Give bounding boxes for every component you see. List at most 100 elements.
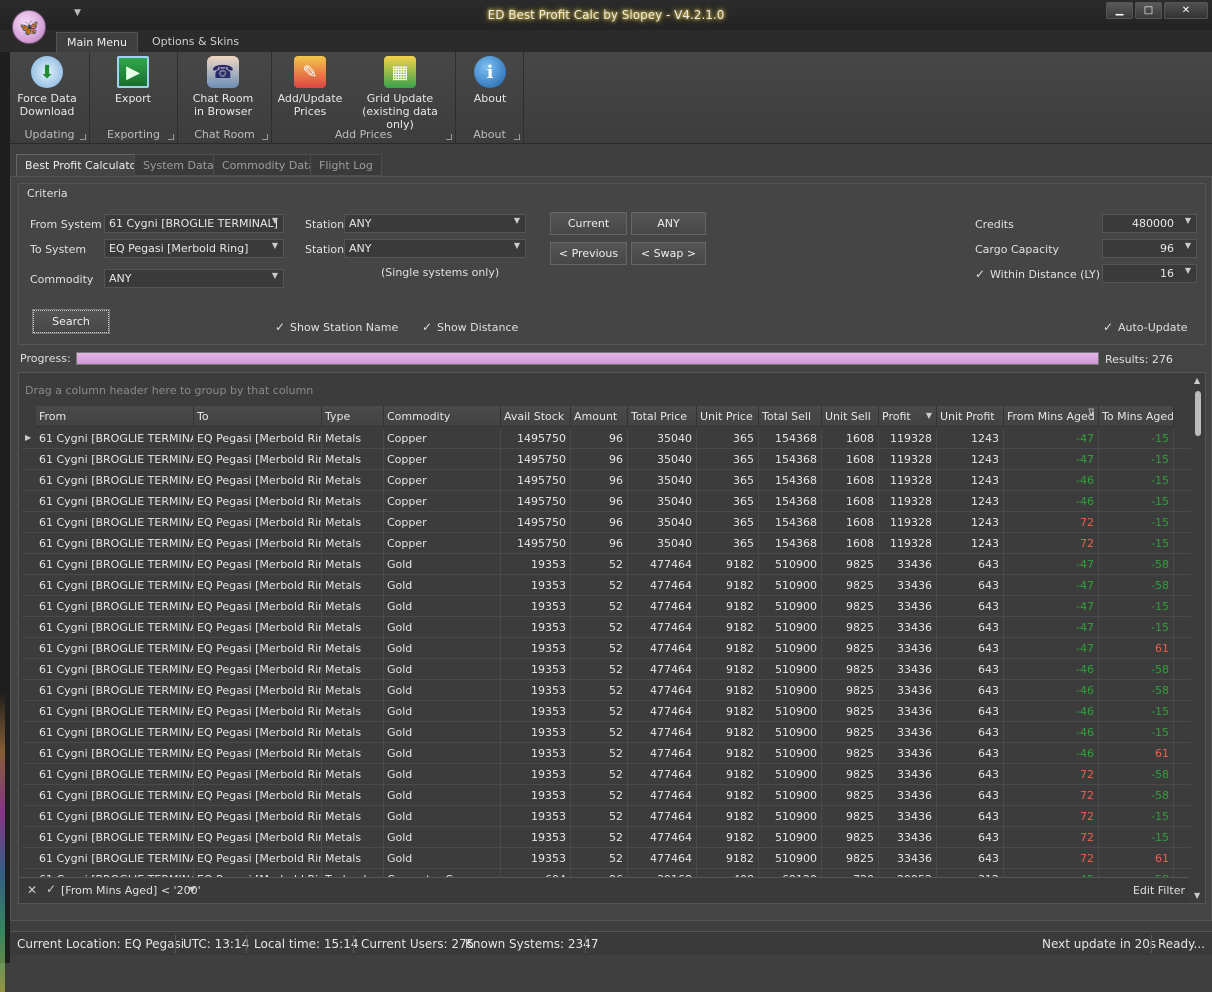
maximize-button[interactable]: □	[1135, 2, 1162, 19]
chat-room-button[interactable]: ☎ Chat Room in Browser	[188, 56, 258, 118]
within-distance-checkbox[interactable]: ✓ Within Distance (LY)	[975, 267, 1100, 281]
chevron-down-icon: ▼	[271, 216, 278, 225]
column-header-commodity[interactable]: Commodity	[384, 406, 501, 427]
column-header-amount[interactable]: Amount	[571, 406, 628, 427]
table-row[interactable]: 61 Cygni [BROGLIE TERMINAL]EQ Pegasi [Me…	[22, 827, 1192, 848]
station-to-combo[interactable]: ANY ▼	[344, 239, 526, 258]
cell-from: 61 Cygni [BROGLIE TERMINAL]	[36, 533, 194, 554]
column-header-total-price[interactable]: Total Price	[628, 406, 697, 427]
column-header-to-mins-aged[interactable]: To Mins Aged	[1099, 406, 1174, 427]
scroll-up-icon[interactable]: ▲	[1194, 376, 1200, 385]
from-system-combo[interactable]: 61 Cygni [BROGLIE TERMINAL] ▼	[104, 214, 284, 233]
table-row[interactable]: 61 Cygni [BROGLIE TERMINAL]EQ Pegasi [Me…	[22, 512, 1192, 533]
credits-spinner[interactable]: 480000 ▼	[1102, 214, 1197, 233]
previous-button[interactable]: < Previous	[550, 242, 627, 265]
cargo-capacity-spinner[interactable]: 96 ▼	[1102, 239, 1197, 258]
table-row[interactable]: 61 Cygni [BROGLIE TERMINAL]EQ Pegasi [Me…	[22, 554, 1192, 575]
tab-commodity-data[interactable]: Commodity Data	[213, 154, 325, 176]
cell-to-mins-aged: -15	[1099, 617, 1174, 638]
table-row[interactable]: ▶ 61 Cygni [BROGLIE TERMINAL] EQ Pegasi [M…	[22, 428, 1192, 449]
table-row[interactable]: 61 Cygni [BROGLIE TERMINAL]EQ Pegasi [Me…	[22, 848, 1192, 869]
tab-system-data[interactable]: System Data	[134, 154, 223, 176]
column-header-avail-stock[interactable]: Avail Stock	[501, 406, 571, 427]
show-station-name-checkbox[interactable]: ✓ Show Station Name	[275, 320, 398, 334]
filter-enabled-checkbox[interactable]: ✓	[46, 882, 56, 896]
cell-unit-sell: 9825	[822, 764, 879, 785]
cell-total-sell: 154368	[759, 512, 822, 533]
auto-update-checkbox[interactable]: ✓ Auto-Update	[1103, 320, 1188, 334]
add-update-prices-button[interactable]: ✎ Add/Update Prices	[276, 56, 344, 118]
vertical-scrollbar[interactable]: ▲ ▼	[1191, 373, 1205, 903]
table-row[interactable]: 61 Cygni [BROGLIE TERMINAL]EQ Pegasi [Me…	[22, 638, 1192, 659]
table-row[interactable]: 61 Cygni [BROGLIE TERMINAL]EQ Pegasi [Me…	[22, 806, 1192, 827]
scroll-down-icon[interactable]: ▼	[1194, 891, 1200, 900]
show-distance-checkbox[interactable]: ✓ Show Distance	[422, 320, 518, 334]
table-row[interactable]: 61 Cygni [BROGLIE TERMINAL]EQ Pegasi [Me…	[22, 617, 1192, 638]
to-system-combo[interactable]: EQ Pegasi [Merbold Ring] ▼	[104, 239, 284, 258]
tab-flight-log[interactable]: Flight Log	[310, 154, 382, 176]
column-header-unit-sell[interactable]: Unit Sell	[822, 406, 879, 427]
edit-filter-link[interactable]: Edit Filter	[1133, 884, 1185, 897]
group-launcher-icon[interactable]	[262, 134, 268, 140]
cell-amount: 52	[571, 701, 628, 722]
cell-amount: 52	[571, 785, 628, 806]
cell-avail-stock: 19353	[501, 785, 571, 806]
cell-avail-stock: 19353	[501, 575, 571, 596]
table-row[interactable]: 61 Cygni [BROGLIE TERMINAL]EQ Pegasi [Me…	[22, 785, 1192, 806]
table-row[interactable]: 61 Cygni [BROGLIE TERMINAL]EQ Pegasi [Me…	[22, 680, 1192, 701]
column-header-profit[interactable]: Profit ▼	[879, 406, 937, 427]
clear-filter-icon[interactable]: ✕	[27, 883, 37, 897]
cell-from: 61 Cygni [BROGLIE TERMINAL]	[36, 701, 194, 722]
cell-unit-sell: 1608	[822, 512, 879, 533]
column-header-unit-profit[interactable]: Unit Profit	[937, 406, 1004, 427]
cell-total-price: 477464	[628, 575, 697, 596]
station-from-combo[interactable]: ANY ▼	[344, 214, 526, 233]
group-by-panel[interactable]: Drag a column header here to group by th…	[19, 373, 1189, 405]
any-button[interactable]: ANY	[631, 212, 706, 235]
close-button[interactable]: ✕	[1164, 2, 1208, 19]
table-row[interactable]: 61 Cygni [BROGLIE TERMINAL]EQ Pegasi [Me…	[22, 722, 1192, 743]
table-row[interactable]: 61 Cygni [BROGLIE TERMINAL]EQ Pegasi [Me…	[22, 491, 1192, 512]
filter-expression[interactable]: [From Mins Aged] < '200'	[61, 884, 201, 897]
column-header-to[interactable]: To	[194, 406, 322, 427]
grid-update-button[interactable]: ▦ Grid Update (existing data only)	[350, 56, 450, 131]
table-row[interactable]: 61 Cygni [BROGLIE TERMINAL]EQ Pegasi [Me…	[22, 533, 1192, 554]
column-header-total-sell[interactable]: Total Sell	[759, 406, 822, 427]
table-row[interactable]: 61 Cygni [BROGLIE TERMINAL]EQ Pegasi [Me…	[22, 764, 1192, 785]
export-button[interactable]: ▶ Export	[110, 56, 156, 105]
tab-options-skins[interactable]: Options & Skins	[142, 32, 249, 52]
cell-total-price: 477464	[628, 764, 697, 785]
column-filter-icon[interactable]: ⊽	[1088, 408, 1095, 419]
tab-best-profit-calculator[interactable]: Best Profit Calculator	[16, 154, 150, 176]
column-header-from-mins-aged[interactable]: From Mins Aged ⊽	[1004, 406, 1099, 427]
column-header-type[interactable]: Type	[322, 406, 384, 427]
about-button[interactable]: i About	[470, 56, 510, 105]
group-launcher-icon[interactable]	[446, 134, 452, 140]
table-row[interactable]: 61 Cygni [BROGLIE TERMINAL]EQ Pegasi [Me…	[22, 470, 1192, 491]
swap-button[interactable]: < Swap >	[631, 242, 706, 265]
column-header-from[interactable]: From	[36, 406, 194, 427]
current-button[interactable]: Current	[550, 212, 627, 235]
group-launcher-icon[interactable]	[168, 134, 174, 140]
tab-main-menu[interactable]: Main Menu	[56, 32, 138, 52]
force-data-download-button[interactable]: ⬇ Force Data Download	[10, 56, 84, 118]
group-launcher-icon[interactable]	[80, 134, 86, 140]
filter-history-dropdown-icon[interactable]: ▼	[189, 885, 195, 894]
cell-to-mins-aged: -15	[1099, 827, 1174, 848]
table-row[interactable]: 61 Cygni [BROGLIE TERMINAL]EQ Pegasi [Me…	[22, 596, 1192, 617]
column-header-unit-price[interactable]: Unit Price	[697, 406, 759, 427]
group-launcher-icon[interactable]	[514, 134, 520, 140]
cell-type: Metals	[322, 512, 384, 533]
table-row[interactable]: 61 Cygni [BROGLIE TERMINAL]EQ Pegasi [Me…	[22, 449, 1192, 470]
within-distance-spinner[interactable]: 16 ▼	[1102, 264, 1197, 283]
commodity-combo[interactable]: ANY ▼	[104, 269, 284, 288]
scrollbar-thumb[interactable]	[1195, 391, 1201, 436]
table-row[interactable]: 61 Cygni [BROGLIE TERMINAL]EQ Pegasi [Me…	[22, 659, 1192, 680]
app-menu-orb-icon[interactable]: 🦋	[12, 10, 46, 44]
table-row[interactable]: 61 Cygni [BROGLIE TERMINAL]EQ Pegasi [Me…	[22, 701, 1192, 722]
minimize-button[interactable]: ▁	[1106, 2, 1133, 19]
search-button[interactable]: Search	[32, 309, 110, 334]
chat-icon: ☎	[207, 56, 239, 88]
table-row[interactable]: 61 Cygni [BROGLIE TERMINAL]EQ Pegasi [Me…	[22, 743, 1192, 764]
table-row[interactable]: 61 Cygni [BROGLIE TERMINAL]EQ Pegasi [Me…	[22, 575, 1192, 596]
